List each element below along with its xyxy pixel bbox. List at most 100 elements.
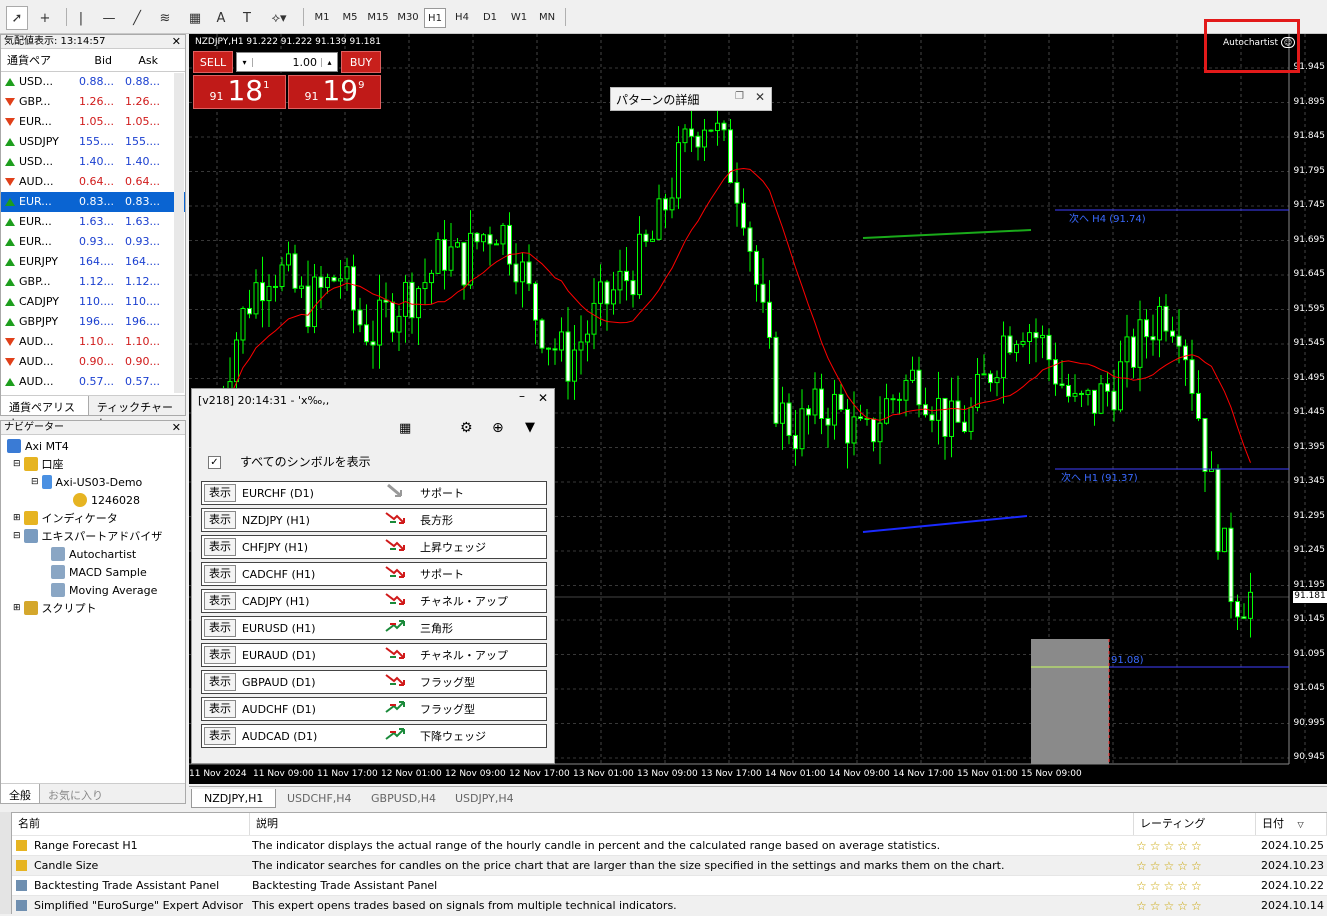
nav-accounts[interactable]: ⊟ 口座 (13, 455, 64, 473)
table-row[interactable]: Range Forecast H1 The indicator displays … (12, 835, 1327, 855)
scanner-row[interactable]: 表示 EURCHF (D1) サポート (201, 481, 547, 505)
col-name[interactable]: 名前 (12, 813, 250, 835)
market-watch-row[interactable]: AUD... 0.64... 0.64... (1, 172, 185, 192)
text-icon[interactable]: A (212, 6, 230, 30)
pattern-detail-dialog[interactable]: パターンの詳細 ❐ ✕ (610, 87, 772, 111)
market-watch-row[interactable]: AUD... 1.10... 1.10... (1, 332, 185, 352)
close-icon[interactable]: ✕ (172, 35, 181, 48)
tf-d1[interactable]: D1 (478, 8, 502, 28)
table-row[interactable]: Backtesting Trade Assistant Panel Backtes… (12, 875, 1327, 895)
tf-m15[interactable]: M15 (364, 8, 392, 28)
table-row[interactable]: Simplified "EuroSurge" Expert Advisor Thi… (12, 895, 1327, 915)
scanner-row[interactable]: 表示 CADJPY (H1) チャネル・アップ (201, 589, 547, 613)
nav-expert-autochartist[interactable]: Autochartist (51, 545, 136, 563)
sell-price-button[interactable]: 91 18 1 (193, 75, 286, 109)
collapse-icon[interactable]: ⊟ (13, 459, 21, 469)
tab-favorites[interactable]: お気に入り (40, 784, 111, 803)
nav-account-number[interactable]: 1246028 (73, 491, 140, 509)
lot-increase-icon[interactable]: ▴ (321, 57, 337, 67)
show-button[interactable]: 表示 (204, 592, 236, 610)
filter-icon[interactable]: ▼ (525, 420, 535, 435)
autochartist-label[interactable]: Autochartist ☺ (1223, 37, 1296, 48)
globe-icon[interactable]: ⊕ (492, 420, 504, 436)
fibo-icon[interactable]: ≋ (154, 6, 176, 30)
chart-tab[interactable]: GBPUSD,H4 (359, 789, 448, 808)
tab-tick-chart[interactable]: ティックチャート (89, 396, 185, 430)
minimize-icon[interactable]: – (519, 389, 525, 403)
channel-icon[interactable]: ▦ (184, 6, 206, 30)
show-button[interactable]: 表示 (204, 511, 236, 529)
nav-experts[interactable]: ⊟ エキスパートアドバイザ (13, 527, 162, 545)
market-watch-row[interactable]: EUR... 1.05... 1.05... (1, 112, 185, 132)
buy-price-button[interactable]: 91 19 9 (288, 75, 381, 109)
gear-icon[interactable]: ⚙ (460, 420, 473, 436)
scanner-row[interactable]: 表示 GBPAUD (D1) フラッグ型 (201, 670, 547, 694)
col-bid[interactable]: Bid (72, 49, 118, 71)
col-symbol[interactable]: 通貨ペア (1, 49, 72, 71)
lot-decrease-icon[interactable]: ▾ (237, 57, 253, 67)
trendline-icon[interactable]: ╱ (126, 6, 148, 30)
collapse-icon[interactable]: ⊟ (13, 531, 21, 541)
col-rating[interactable]: レーティング (1134, 813, 1256, 835)
autochartist-highlight[interactable]: Autochartist ☺ (1204, 19, 1300, 73)
scanner-row[interactable]: 表示 EURAUD (D1) チャネル・アップ (201, 643, 547, 667)
terminal-sidebar-strip[interactable] (0, 812, 12, 914)
tab-symbols[interactable]: 通貨ペアリスト (1, 396, 89, 430)
col-ask[interactable]: Ask (118, 49, 164, 71)
scanner-row[interactable]: 表示 CHFJPY (H1) 上昇ウェッジ (201, 535, 547, 559)
market-watch-row[interactable]: AUD... 0.57... 0.57... (1, 372, 185, 392)
calculator-icon[interactable]: ▦ (399, 421, 411, 436)
market-watch-row[interactable]: GBP... 1.26... 1.26... (1, 92, 185, 112)
nav-root[interactable]: Axi MT4 (7, 437, 69, 455)
market-watch-row[interactable]: EUR... 0.83... 0.83... (1, 192, 185, 212)
restore-icon[interactable]: ❐ (735, 91, 744, 102)
text-label-icon[interactable]: T (238, 6, 256, 30)
lot-field[interactable]: ▾ 1.00 ▴ (236, 52, 338, 72)
buy-button[interactable]: BUY (341, 51, 381, 73)
close-icon[interactable]: ✕ (538, 391, 548, 405)
show-button[interactable]: 表示 (204, 727, 236, 745)
lot-value[interactable]: 1.00 (253, 56, 321, 69)
tf-mn[interactable]: MN (534, 8, 560, 28)
show-button[interactable]: 表示 (204, 484, 236, 502)
market-watch-row[interactable]: AUD... 0.90... 0.90... (1, 352, 185, 372)
market-watch-row[interactable]: CADJPY 110.... 110.... (1, 292, 185, 312)
scanner-row[interactable]: 表示 AUDCHF (D1) フラッグ型 (201, 697, 547, 721)
nav-scripts[interactable]: ⊞ スクリプト (13, 599, 97, 617)
tf-m5[interactable]: M5 (338, 8, 362, 28)
show-button[interactable]: 表示 (204, 700, 236, 718)
show-button[interactable]: 表示 (204, 673, 236, 691)
close-icon[interactable]: ✕ (172, 421, 181, 434)
tf-m30[interactable]: M30 (394, 8, 422, 28)
market-watch-row[interactable]: USD... 1.40... 1.40... (1, 152, 185, 172)
tab-general[interactable]: 全般 (1, 784, 40, 803)
tf-h1[interactable]: H1 (424, 8, 446, 28)
scanner-row[interactable]: 表示 NZDJPY (H1) 長方形 (201, 508, 547, 532)
nav-expert-macd[interactable]: MACD Sample (51, 563, 147, 581)
scanner-row[interactable]: 表示 CADCHF (H1) サポート (201, 562, 547, 586)
col-date[interactable]: 日付 ▽ (1256, 813, 1327, 835)
show-all-checkbox[interactable]: ✓ (208, 456, 221, 469)
expand-icon[interactable]: ⊞ (13, 513, 21, 523)
market-watch-row[interactable]: GBPJPY 196.... 196.... (1, 312, 185, 332)
tf-w1[interactable]: W1 (506, 8, 532, 28)
expand-icon[interactable]: ⊞ (13, 603, 21, 613)
cursor-icon[interactable]: ➚ (6, 6, 28, 30)
table-row[interactable]: Candle Size The indicator searches for ca… (12, 855, 1327, 875)
scrollbar[interactable] (174, 73, 184, 393)
scanner-row[interactable]: 表示 EURUSD (H1) 三角形 (201, 616, 547, 640)
col-description[interactable]: 説明 (250, 813, 1134, 835)
market-watch-row[interactable]: USD... 0.88... 0.88... (1, 72, 185, 92)
tf-m1[interactable]: M1 (310, 8, 334, 28)
nav-expert-ma[interactable]: Moving Average (51, 581, 157, 599)
horizontal-line-icon[interactable]: — (98, 6, 120, 30)
chart-tab[interactable]: NZDJPY,H1 (191, 789, 277, 808)
market-watch-row[interactable]: USDJPY 155.... 155.... (1, 132, 185, 152)
market-watch-row[interactable]: GBP... 1.12... 1.12... (1, 272, 185, 292)
tf-h4[interactable]: H4 (450, 8, 474, 28)
shapes-dropdown-icon[interactable]: ⟡▾ (262, 6, 296, 30)
vertical-line-icon[interactable]: | (76, 6, 86, 30)
show-button[interactable]: 表示 (204, 619, 236, 637)
market-watch-row[interactable]: EUR... 0.93... 0.93... (1, 232, 185, 252)
nav-account-server[interactable]: ⊟ Axi-US03-Demo (31, 473, 142, 491)
